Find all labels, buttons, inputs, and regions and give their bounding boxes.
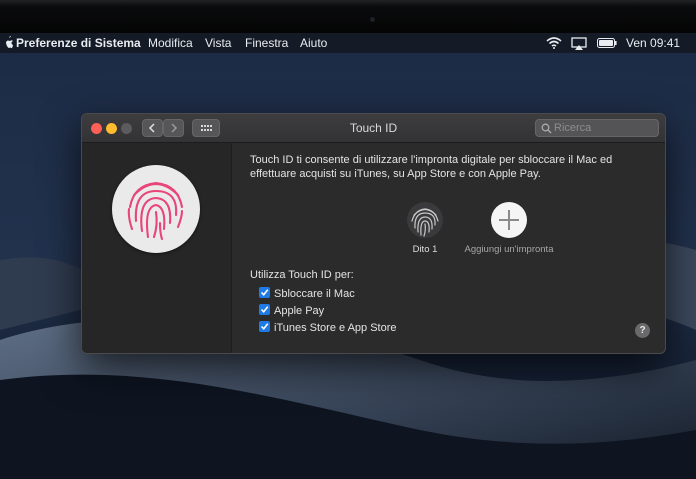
checkmark-icon [260,323,269,331]
battery-icon[interactable] [597,38,617,48]
apple-logo-icon[interactable] [5,35,13,49]
use-touch-id-heading: Utilizza Touch ID per: [250,269,354,281]
menu-bar: Preferenze di Sistema Modifica Vista Fin… [0,33,696,53]
search-icon [541,123,552,134]
option-itunes-app-store[interactable]: iTunes Store e App Store [259,321,397,334]
option-apple-pay[interactable]: Apple Pay [259,304,324,317]
checkbox-itunes-app-store[interactable] [259,321,270,332]
plus-icon [491,202,527,238]
checkmark-icon [260,289,269,297]
window-titlebar[interactable]: Touch ID Ricerca [82,114,665,143]
search-field[interactable]: Ricerca [535,119,659,137]
menu-clock[interactable]: Ven 09:41 [626,36,680,50]
touch-id-window: Touch ID Ricerca Touch ID ti consente di… [81,113,666,354]
search-placeholder: Ricerca [554,122,592,134]
help-button[interactable]: ? [635,323,650,338]
sidebar-panel [82,143,232,353]
menu-aiuto[interactable]: Aiuto [300,36,327,50]
menu-finestra[interactable]: Finestra [245,36,288,50]
menu-app-name[interactable]: Preferenze di Sistema [16,36,141,50]
option-unlock-mac[interactable]: Sbloccare il Mac [259,287,355,300]
description-text: Touch ID ti consente di utilizzare l'imp… [250,154,613,180]
checkbox-unlock-mac[interactable] [259,287,270,298]
airplay-icon[interactable] [571,37,587,50]
add-fingerprint-label: Aggiungi un'impronta [464,244,554,255]
touch-id-icon [112,165,200,253]
camera [370,17,375,22]
option-label: iTunes Store e App Store [274,322,397,334]
option-label: Apple Pay [274,305,325,317]
fingerprint-item-1[interactable]: Dito 1 [382,195,468,255]
wifi-icon[interactable] [546,37,562,49]
checkmark-icon [260,306,269,314]
fingerprint-thumbnail-icon [407,202,443,238]
add-fingerprint-button[interactable]: Aggiungi un'impronta [457,195,561,255]
screen-bezel [0,0,696,33]
fingerprint-label: Dito 1 [412,244,438,255]
menu-modifica[interactable]: Modifica [148,36,193,50]
content-panel: Touch ID ti consente di utilizzare l'imp… [232,143,665,353]
fingerprint-icon [127,181,184,241]
checkbox-apple-pay[interactable] [259,304,270,315]
option-label: Sbloccare il Mac [274,288,355,300]
menu-vista[interactable]: Vista [205,36,231,50]
